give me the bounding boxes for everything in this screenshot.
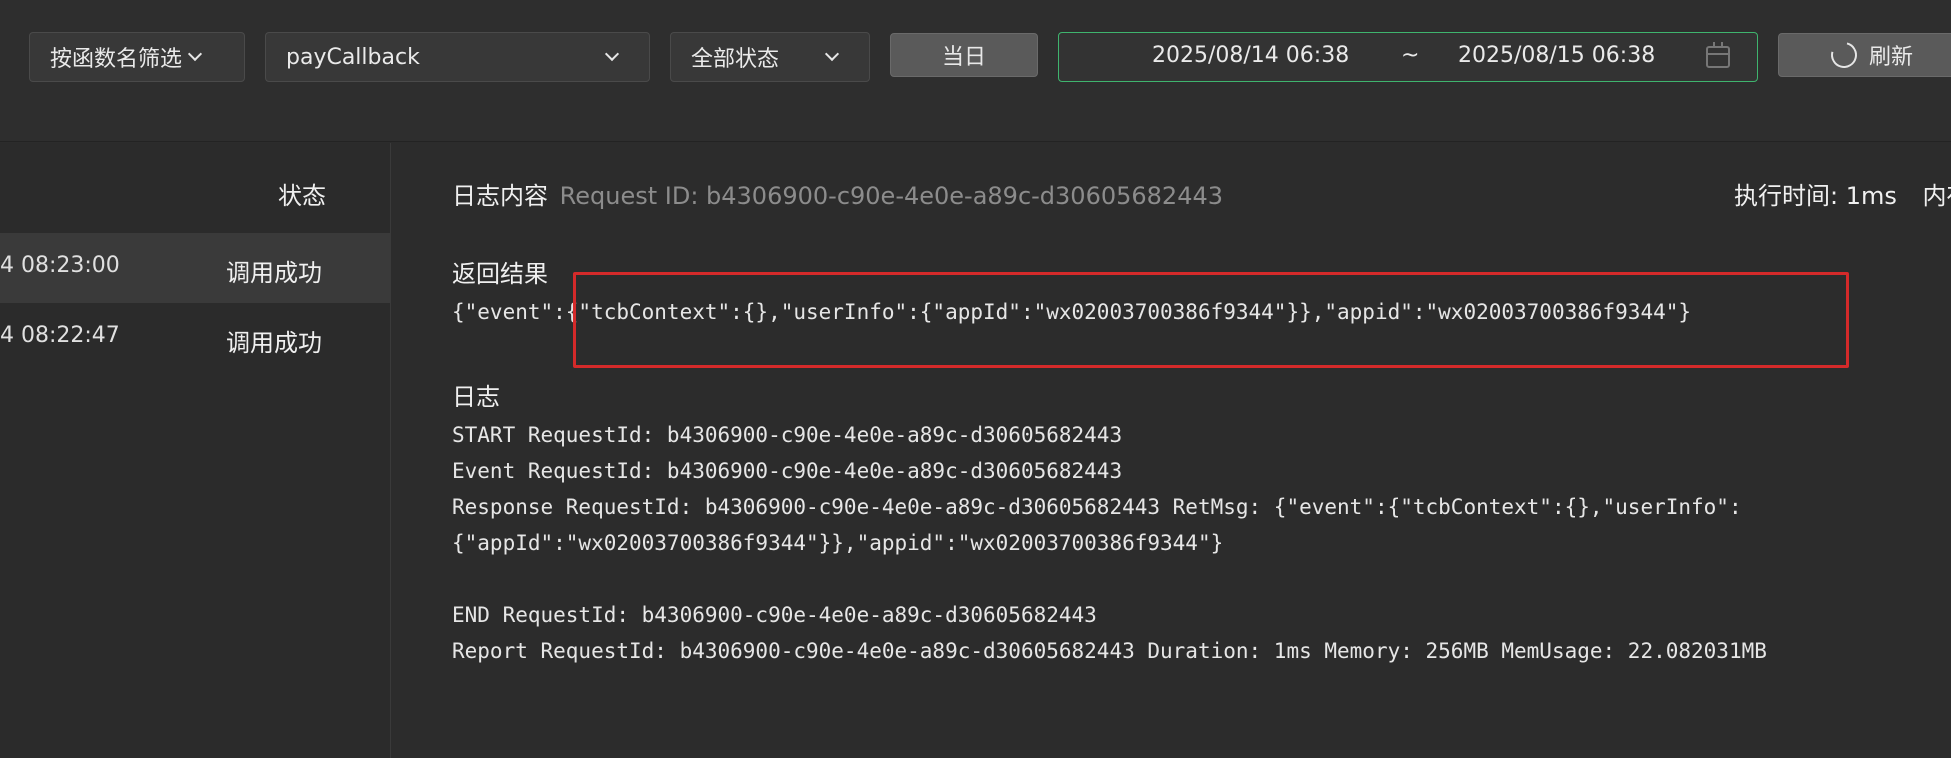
execution-info: 执行时间: 1ms 内存 (1734, 176, 1951, 211)
log-line: {"appId":"wx02003700386f9344"}},"appid":… (452, 531, 1224, 555)
request-id: Request ID: b4306900-c90e-4e0e-a89c-d306… (559, 182, 1224, 210)
log-line: Report RequestId: b4306900-c90e-4e0e-a89… (452, 639, 1767, 663)
log-detail-header: 日志内容 Request ID: b4306900-c90e-4e0e-a89c… (452, 176, 1223, 211)
refresh-button[interactable]: 刷新 (1778, 33, 1951, 77)
log-status: 调用成功 (226, 259, 322, 287)
log-section-title: 日志 (452, 383, 500, 411)
date-end[interactable]: 2025/08/15 06:38 (1458, 43, 1655, 68)
log-list-item[interactable]: 4 08:22:47 调用成功 (0, 303, 391, 373)
memory-label: 内存 (1922, 182, 1951, 210)
log-list-item[interactable]: 4 08:23:00 调用成功 (0, 233, 391, 303)
today-button-label: 当日 (941, 45, 986, 70)
chevron-down-icon (604, 46, 620, 62)
log-line: START RequestId: b4306900-c90e-4e0e-a89c… (452, 423, 1123, 447)
date-range-picker[interactable]: 2025/08/14 06:38 ~ 2025/08/15 06:38 (1058, 32, 1758, 82)
function-name-value: payCallback (286, 44, 420, 70)
function-filter-label: 按函数名筛选 (50, 47, 183, 72)
log-line: Event RequestId: b4306900-c90e-4e0e-a89c… (452, 459, 1123, 483)
return-result-title: 返回结果 (452, 260, 548, 288)
calendar-icon[interactable] (1706, 42, 1730, 68)
refresh-icon (1826, 37, 1862, 73)
log-list-panel: 状态 4 08:23:00 调用成功 4 08:22:47 调用成功 (0, 143, 391, 758)
status-filter-value: 全部状态 (691, 47, 780, 72)
log-list-header: 状态 (0, 143, 391, 233)
highlight-annotation-box (573, 272, 1849, 368)
toolbar: 按函数名筛选 payCallback 全部状态 当日 2025/08/14 06… (0, 0, 1951, 142)
log-line: END RequestId: b4306900-c90e-4e0e-a89c-d… (452, 603, 1097, 627)
log-line: Response RequestId: b4306900-c90e-4e0e-a… (452, 495, 1742, 519)
refresh-button-label: 刷新 (1869, 45, 1914, 70)
log-time: 4 08:23:00 (0, 253, 120, 278)
log-detail-panel: 日志内容 Request ID: b4306900-c90e-4e0e-a89c… (392, 143, 1951, 758)
log-content-title: 日志内容 (452, 182, 548, 210)
date-start[interactable]: 2025/08/14 06:38 (1152, 43, 1349, 68)
chevron-down-icon (187, 46, 203, 62)
date-separator: ~ (1401, 43, 1420, 68)
log-status: 调用成功 (226, 329, 322, 357)
execution-time: 执行时间: 1ms (1734, 182, 1897, 210)
function-filter-dropdown[interactable]: 按函数名筛选 (29, 32, 245, 82)
status-column-header: 状态 (278, 182, 326, 210)
log-time: 4 08:22:47 (0, 323, 120, 348)
chevron-down-icon (824, 46, 840, 62)
today-button[interactable]: 当日 (890, 33, 1038, 77)
status-filter-select[interactable]: 全部状态 (670, 32, 870, 82)
function-name-select[interactable]: payCallback (265, 32, 650, 82)
